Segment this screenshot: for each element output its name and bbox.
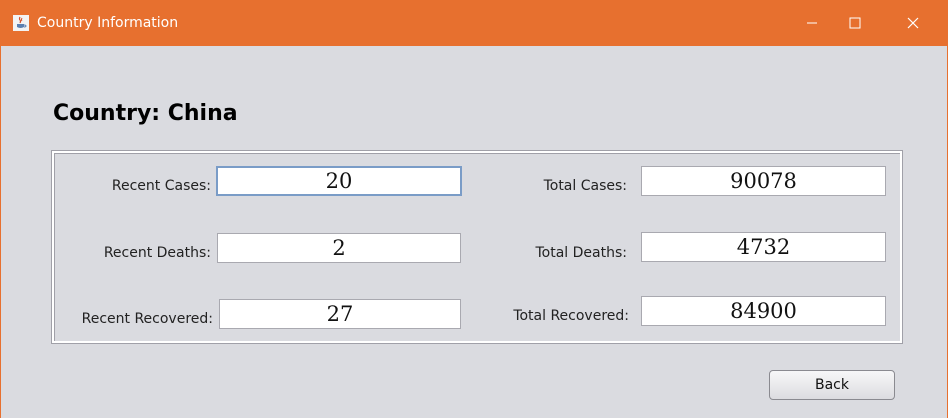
total-cases-field[interactable]: 90078 [641, 166, 886, 196]
total-deaths-field[interactable]: 4732 [641, 232, 886, 262]
minimize-icon[interactable] [789, 0, 835, 46]
total-recovered-field[interactable]: 84900 [641, 296, 886, 326]
window-title: Country Information [37, 15, 179, 31]
country-information-window: Country Information Country: China Recen… [0, 0, 948, 418]
recent-recovered-label: Recent Recovered: [81, 311, 213, 327]
recent-deaths-label: Recent Deaths: [103, 245, 211, 261]
total-cases-label: Total Cases: [543, 178, 627, 194]
recent-deaths-field[interactable]: 2 [217, 233, 461, 263]
country-heading: Country: China [53, 101, 238, 126]
recent-cases-label: Recent Cases: [111, 178, 211, 194]
recent-cases-field[interactable]: 20 [216, 166, 462, 196]
total-deaths-label: Total Deaths: [535, 245, 628, 261]
title-bar[interactable]: Country Information [1, 0, 947, 46]
java-cup-icon [13, 15, 29, 31]
recent-recovered-field[interactable]: 27 [219, 299, 461, 329]
total-recovered-label: Total Recovered: [513, 308, 629, 324]
back-button[interactable]: Back [769, 370, 895, 400]
close-icon[interactable] [890, 0, 936, 46]
maximize-icon[interactable] [832, 0, 878, 46]
